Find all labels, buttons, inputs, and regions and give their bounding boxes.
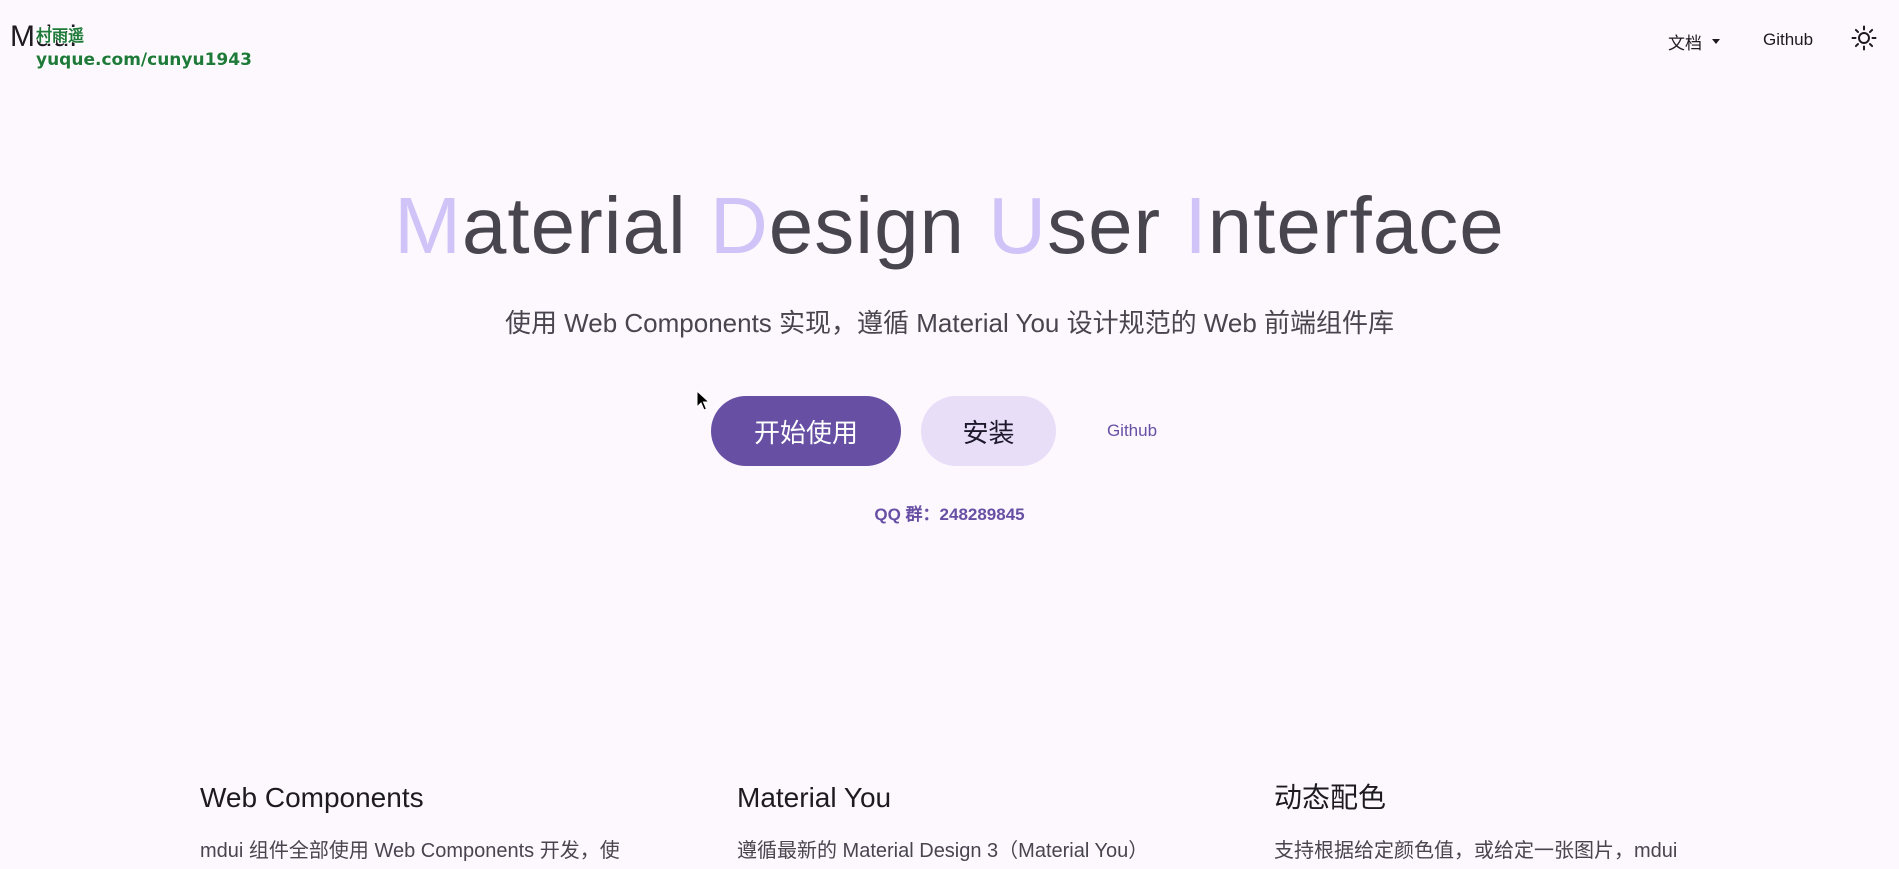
title-word: Design: [710, 181, 966, 270]
docs-dropdown[interactable]: 文档: [1668, 28, 1720, 54]
title-word: Material: [394, 181, 687, 270]
hero-subtitle: 使用 Web Components 实现，遵循 Material You 设计规…: [504, 308, 1395, 338]
feature-dynamic-color: 动态配色 支持根据给定颜色值，或给定一张图片，mdui: [1274, 780, 1734, 866]
github-button[interactable]: Github: [1090, 396, 1174, 466]
feature-web-components: Web Components mdui 组件全部使用 Web Component…: [200, 780, 660, 866]
feature-title: 动态配色: [1274, 782, 1387, 813]
feature-text: mdui 组件全部使用 Web Components 开发，使: [200, 840, 620, 862]
page: Mdui 村雨遥 yuque.com/cunyu1943 文档 Github M…: [0, 0, 1899, 869]
theme-toggle-button[interactable]: [1848, 22, 1880, 54]
hero-title: Material Design User Interface: [0, 178, 1899, 274]
feature-text: 支持根据给定颜色值，或给定一张图片，mdui: [1274, 840, 1678, 862]
feature-text: 遵循最新的 Material Design 3（Material You）: [737, 840, 1149, 862]
watermark-name: 村雨遥: [36, 26, 85, 45]
title-word: Interface: [1184, 181, 1505, 270]
watermark: 村雨遥 yuque.com/cunyu1943: [36, 24, 252, 72]
get-started-button[interactable]: 开始使用: [711, 396, 901, 466]
install-button[interactable]: 安装: [921, 396, 1056, 466]
nav-github-link[interactable]: Github: [1763, 30, 1813, 50]
feature-title: Web Components: [200, 782, 424, 813]
docs-dropdown-label: 文档: [1668, 33, 1702, 53]
feature-title: Material You: [737, 782, 892, 813]
feature-material-you: Material You 遵循最新的 Material Design 3（Mat…: [737, 780, 1197, 866]
qq-group-link[interactable]: QQ 群：248289845: [0, 500, 1899, 525]
caret-down-icon: [1712, 38, 1720, 44]
watermark-url: yuque.com/cunyu1943: [36, 50, 252, 70]
title-word: User: [988, 181, 1162, 270]
mouse-cursor-icon: [696, 390, 710, 411]
top-app-bar: Mdui 村雨遥 yuque.com/cunyu1943 文档 Github: [0, 0, 1899, 80]
sun-icon: [1851, 25, 1877, 51]
